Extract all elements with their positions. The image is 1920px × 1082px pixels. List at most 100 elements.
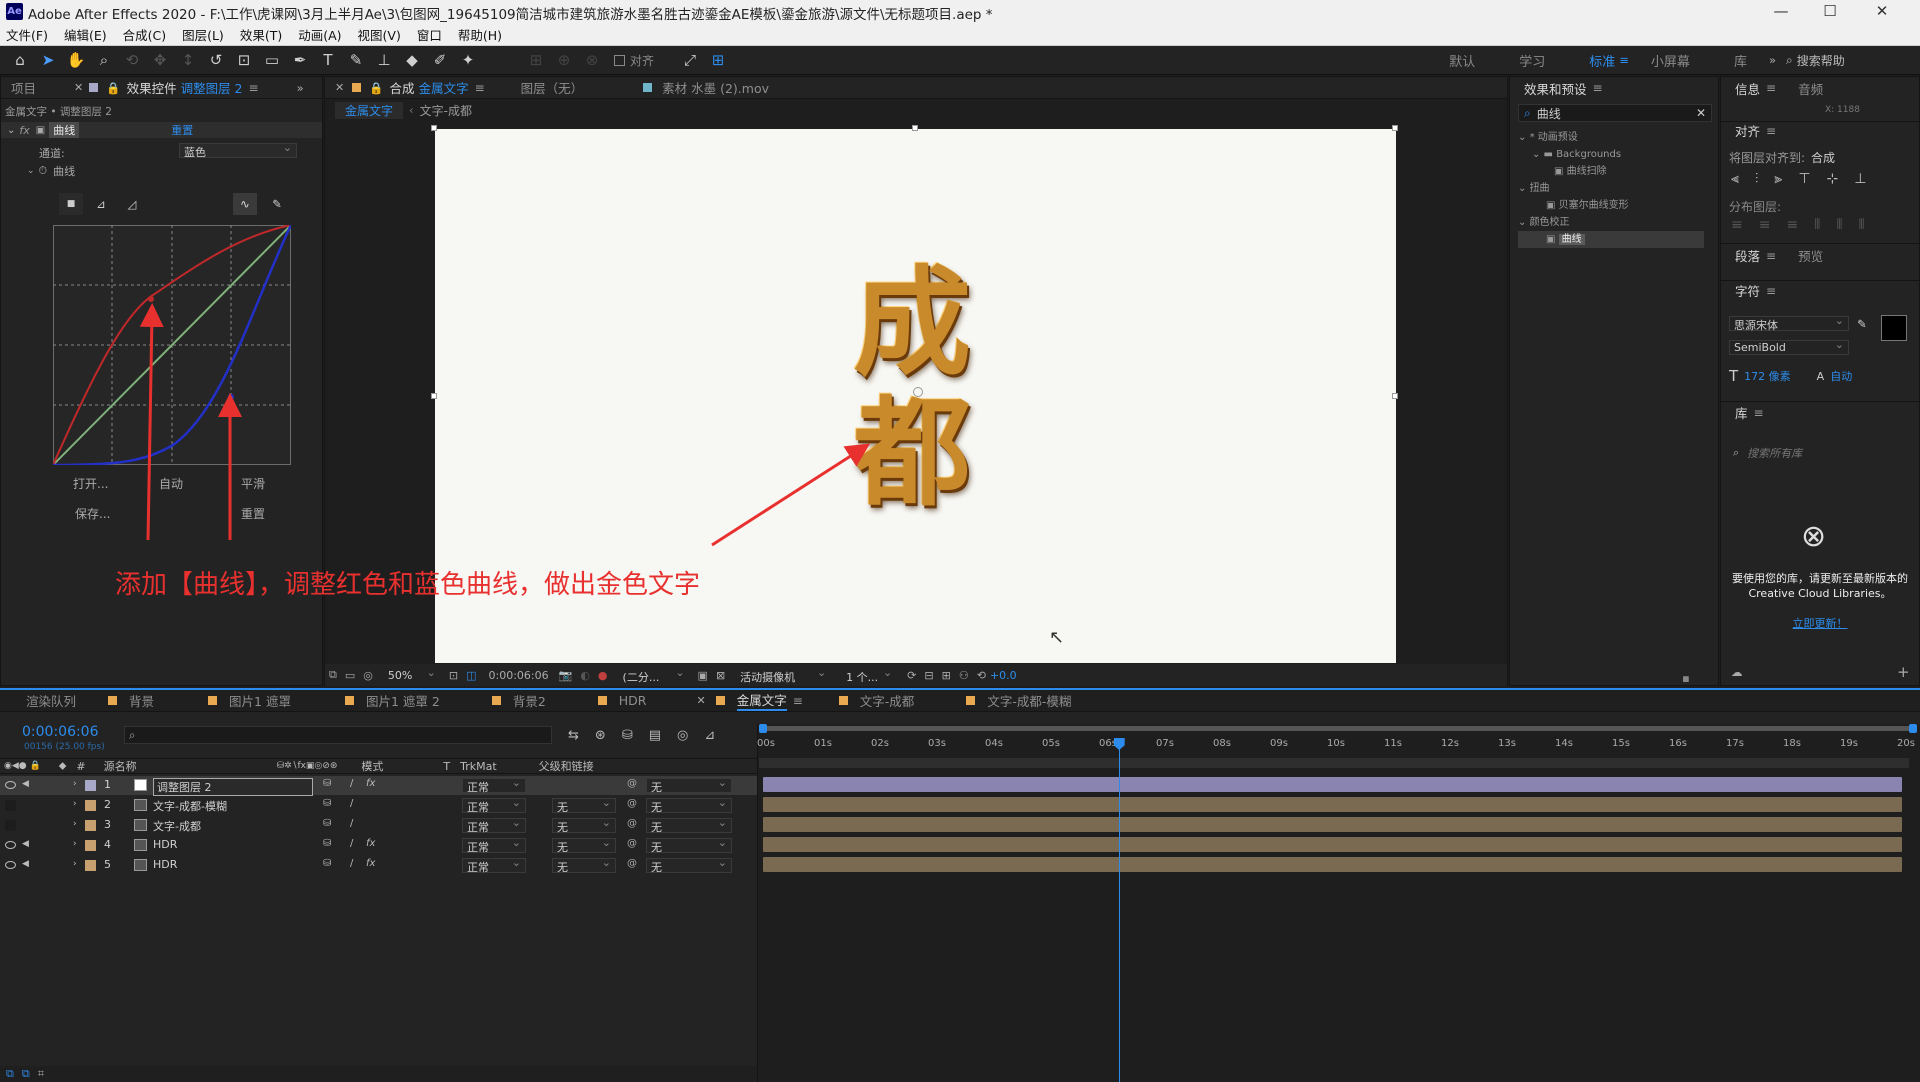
font-size-value[interactable]: 172 像素 <box>1744 368 1791 384</box>
breadcrumb-metal-text[interactable]: 金属文字 <box>335 101 404 119</box>
timeline-timecode[interactable]: 0:00:06:06 <box>22 724 99 740</box>
info-menu-icon[interactable]: ≡ <box>1766 81 1776 95</box>
resolution-dropdown[interactable]: (二分... <box>617 666 690 684</box>
layer-row[interactable]: ◀ › 1 调整图层 2 ⛁ / fx 正常 @ 无 <box>0 776 757 796</box>
pickwhip-icon[interactable]: @ <box>627 858 637 869</box>
layer-name[interactable]: HDR <box>153 858 177 871</box>
quality-switch-icon[interactable]: / <box>350 798 353 809</box>
quality-switch-icon[interactable]: / <box>350 858 353 869</box>
channel-icon[interactable]: ● <box>598 669 608 682</box>
dist-right-icon[interactable]: ⦀ <box>1859 217 1865 233</box>
motion-blur-icon[interactable]: ◎ <box>677 728 688 743</box>
shy-switch-icon[interactable]: ⛁ <box>323 798 331 809</box>
selection-tool-icon[interactable]: ➤ <box>36 48 60 72</box>
channel-dropdown[interactable]: 蓝色 <box>179 141 297 159</box>
playhead[interactable] <box>1113 738 1125 1082</box>
pickwhip-icon[interactable]: @ <box>627 818 637 829</box>
timeline-search-field[interactable]: ⌕ <box>124 726 552 744</box>
eraser-tool-icon[interactable]: ◆ <box>400 48 424 72</box>
toggle-switches-icon[interactable]: ⧉ <box>6 1067 14 1081</box>
pencil-mode-icon[interactable]: ✎ <box>265 193 289 215</box>
fx-switch-icon[interactable]: fx <box>366 858 375 869</box>
blend-mode-dropdown[interactable]: 正常 <box>462 776 526 794</box>
tab-info[interactable]: 信息 <box>1735 79 1760 98</box>
stopwatch-icon[interactable]: ⏱ <box>39 164 48 178</box>
tab-project[interactable]: 项目 <box>11 78 36 97</box>
menu-effect[interactable]: 效果(T) <box>240 25 282 44</box>
camera-snapshot-icon[interactable]: 📷 <box>559 669 573 682</box>
safe-zones-icon[interactable]: ◫ <box>466 669 476 682</box>
tab-hdr[interactable]: HDR <box>619 693 647 708</box>
align-right-icon[interactable]: ⫸ <box>1774 171 1782 187</box>
audio-toggle-icon[interactable]: ◀ <box>22 839 29 849</box>
reset-exposure-icon[interactable]: ⟲ <box>977 669 986 682</box>
search-help-field[interactable]: ⌕ 搜索帮助 <box>1786 50 1906 70</box>
library-panel-title[interactable]: 库 <box>1735 403 1748 422</box>
nav-end-handle[interactable] <box>1909 724 1917 733</box>
menu-edit[interactable]: 编辑(E) <box>64 25 107 44</box>
handle-mr[interactable] <box>1392 393 1398 399</box>
eye-empty-toggle[interactable] <box>5 820 16 831</box>
minimize-button[interactable]: — <box>1761 2 1801 20</box>
parent-dropdown[interactable]: 无 <box>646 856 732 874</box>
tree-color-correction[interactable]: ⌄ 颜色校正 <box>1518 214 1704 231</box>
menu-window[interactable]: 窗口 <box>417 25 442 44</box>
align-vcenter-icon[interactable]: ⊹ <box>1827 171 1839 187</box>
work-area-bar[interactable] <box>759 758 1909 768</box>
maximize-button[interactable]: ☐ <box>1810 2 1850 20</box>
curves-property[interactable]: ⌄ ⏱ 曲线 <box>27 163 75 179</box>
leading-value[interactable]: 自动 <box>1830 368 1852 384</box>
more-workspaces-icon[interactable]: » <box>1769 53 1776 67</box>
dist-bottom-icon[interactable]: ≡ <box>1786 217 1798 233</box>
region-icon[interactable]: ▣ <box>698 669 708 682</box>
bezier-mode-icon[interactable]: ∿ <box>233 193 257 215</box>
pan-tool-icon[interactable]: ✥ <box>148 48 172 72</box>
eyedropper-icon[interactable]: ✎ <box>1857 317 1867 331</box>
layer-name[interactable]: 调整图层 2 <box>153 778 313 796</box>
quality-switch-icon[interactable]: / <box>350 838 353 849</box>
toggle-view-icon[interactable]: ⟳ <box>907 669 916 682</box>
align-top-icon[interactable]: ⊤ <box>1798 171 1810 187</box>
quality-switch-icon[interactable]: / <box>350 778 353 789</box>
audio-toggle-icon[interactable]: ◀ <box>22 779 29 789</box>
trkmat-header[interactable]: TrkMat <box>460 760 497 773</box>
align-hcenter-icon[interactable]: ⫶ <box>1755 171 1759 187</box>
eye-empty-toggle[interactable] <box>5 800 16 811</box>
save-button[interactable]: 保存... <box>75 505 110 522</box>
parent-dropdown[interactable]: 无 <box>646 836 732 854</box>
type-tool-icon[interactable]: T <box>316 48 340 72</box>
vr-icon[interactable]: ◎ <box>363 669 373 682</box>
workspace-default[interactable]: 默认 <box>1449 51 1475 70</box>
align-checkbox[interactable]: 对齐 <box>614 52 654 69</box>
fx-switch-icon[interactable]: fx <box>366 838 375 849</box>
puppet-tool-icon[interactable]: ✦ <box>456 48 480 72</box>
anchor-point-icon[interactable] <box>913 387 923 397</box>
tab-layer[interactable]: 图层（无） <box>521 78 584 97</box>
menu-composition[interactable]: 合成(C) <box>123 25 166 44</box>
tab-image1-mask2[interactable]: 图片1 遮罩 2 <box>366 691 440 710</box>
audio-toggle-icon[interactable]: ◀ <box>22 859 29 869</box>
fx-switch-icon[interactable]: fx <box>366 778 375 789</box>
parent-dropdown[interactable]: 无 <box>646 796 732 814</box>
roto-tool-icon[interactable]: ✐ <box>428 48 452 72</box>
label-color-swatch[interactable] <box>85 800 96 811</box>
brush-tool-icon[interactable]: ✎ <box>344 48 368 72</box>
dist-vcenter-icon[interactable]: ≡ <box>1759 217 1771 233</box>
tab-paragraph[interactable]: 段落 <box>1735 246 1760 265</box>
menu-animation[interactable]: 动画(A) <box>298 25 341 44</box>
eye-icon[interactable] <box>5 861 16 869</box>
effect-header-row[interactable]: ⌄ fx ▣ 曲线 重置 <box>1 122 322 138</box>
dist-hcenter-icon[interactable]: ⦀ <box>1836 217 1842 233</box>
tab-effect-controls[interactable]: 效果控件 <box>127 78 177 97</box>
mode-header[interactable]: 模式 <box>361 758 383 774</box>
fill-color-swatch[interactable] <box>1881 315 1907 341</box>
camera-dropdown[interactable]: 活动摄像机 <box>735 666 832 684</box>
handle-tr[interactable] <box>1392 125 1398 131</box>
tree-animation-presets[interactable]: ⌄ * 动画预设 <box>1518 129 1704 146</box>
eye-icon[interactable] <box>5 841 16 849</box>
layer-duration-bar[interactable] <box>763 857 1902 872</box>
tree-curve-sweep[interactable]: ▣ 曲线扫除 <box>1518 163 1704 180</box>
auto-button[interactable]: 自动 <box>159 475 183 492</box>
expand-arrow-icon[interactable]: › <box>73 779 77 789</box>
workspace-menu-icon[interactable]: ≡ <box>1619 53 1629 67</box>
